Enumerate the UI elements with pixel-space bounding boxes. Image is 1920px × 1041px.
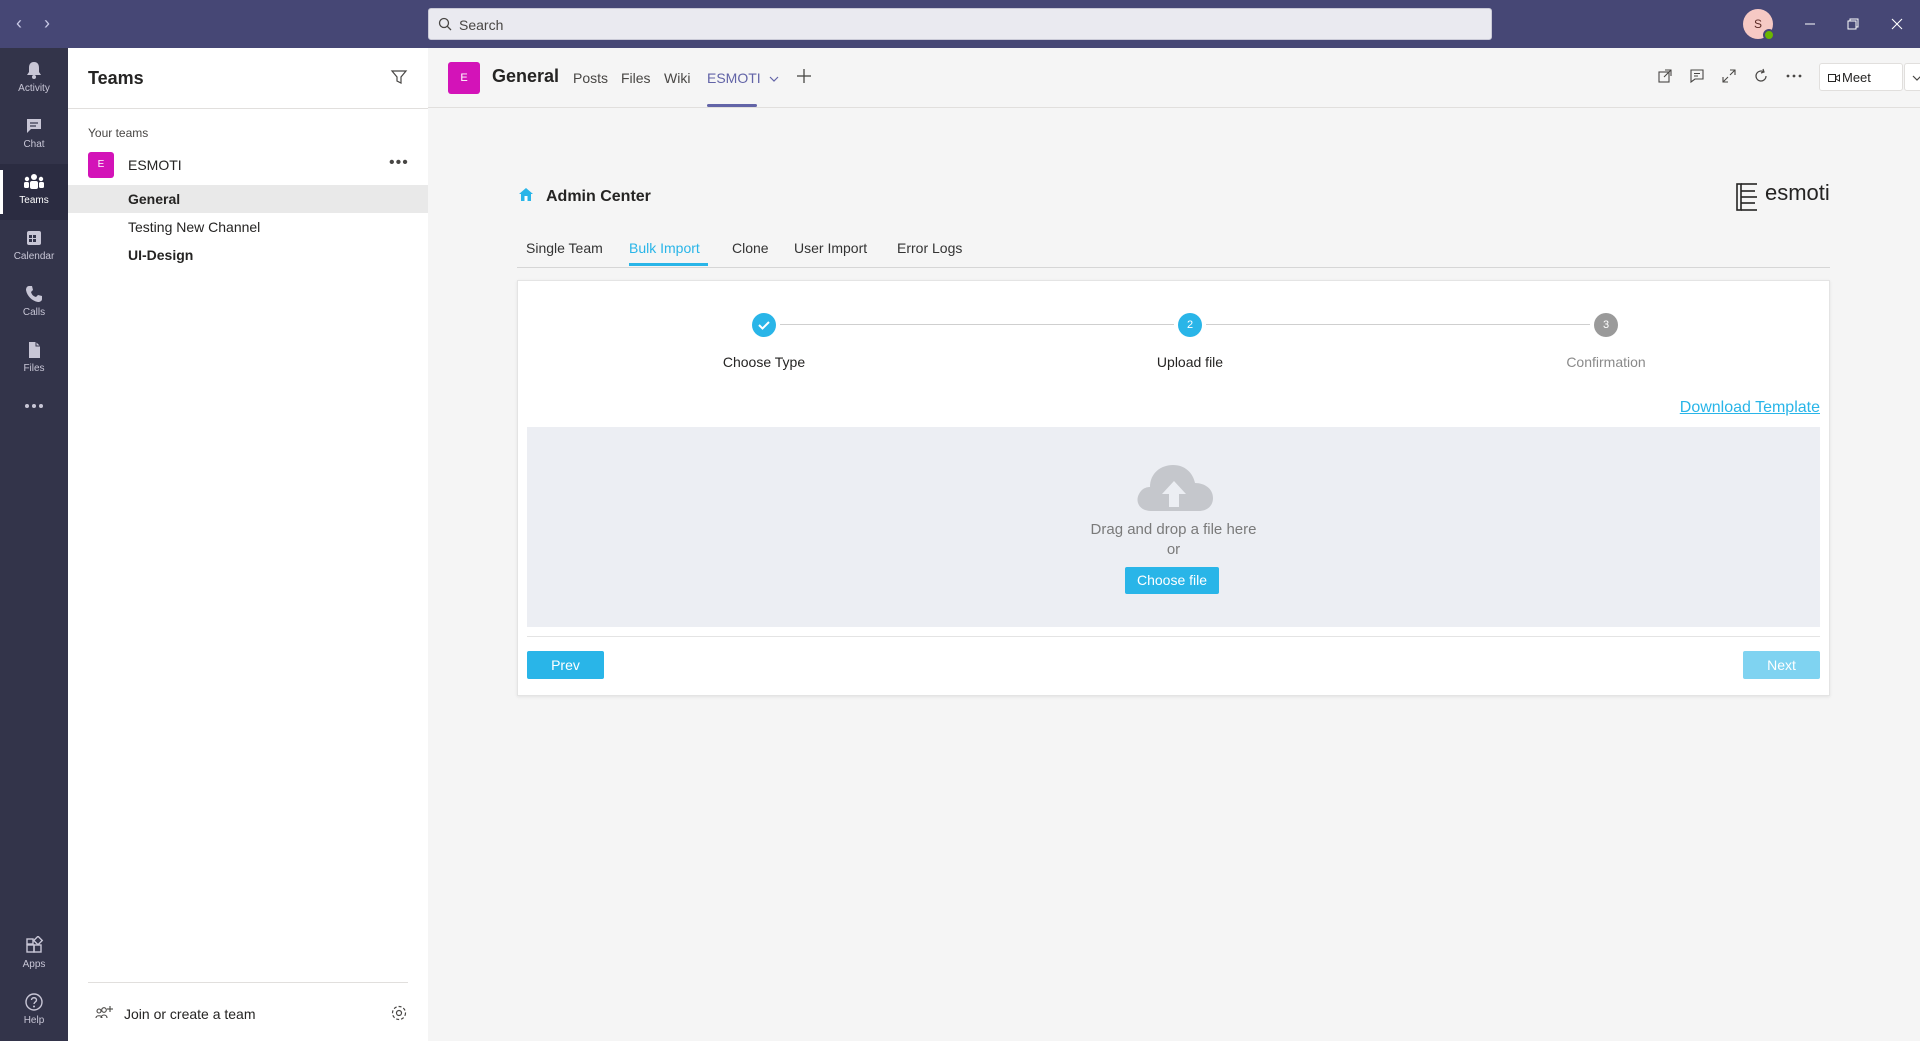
- team-avatar: E: [88, 152, 114, 178]
- download-template-link[interactable]: Download Template: [1680, 399, 1820, 417]
- esmoti-logo-icon: [1736, 183, 1757, 211]
- bulk-import-card: 2 3 Choose Type Upload file Confirmation…: [517, 280, 1830, 696]
- panel-title: Teams: [88, 68, 144, 88]
- step-3-pending: 3: [1594, 313, 1618, 337]
- next-button[interactable]: Next: [1743, 651, 1820, 679]
- chevron-down-icon: [1912, 75, 1920, 81]
- file-dropzone[interactable]: Drag and drop a file here or Choose file: [527, 427, 1820, 627]
- apps-icon: [26, 936, 44, 953]
- video-camera-icon: [1828, 74, 1840, 82]
- expand-icon[interactable]: [1721, 68, 1737, 84]
- join-team-icon: [95, 1006, 113, 1019]
- user-avatar[interactable]: S: [1743, 9, 1775, 41]
- panel-divider: [68, 108, 428, 109]
- conversation-icon[interactable]: [1689, 68, 1705, 84]
- app-content: Admin Center esmoti Single Team Bulk Imp…: [428, 108, 1920, 1041]
- channel-general[interactable]: General: [68, 185, 428, 213]
- prev-button[interactable]: Prev: [527, 651, 604, 679]
- rail-help[interactable]: Help: [0, 984, 68, 1040]
- checkmark-icon: [758, 321, 770, 330]
- cloud-upload-icon: [1137, 465, 1213, 511]
- restore-icon[interactable]: [1840, 11, 1866, 37]
- tab-files[interactable]: Files: [621, 70, 651, 86]
- rail-calls[interactable]: Calls: [0, 276, 68, 332]
- help-icon: [25, 993, 43, 1011]
- forward-arrow-icon[interactable]: ›: [36, 12, 58, 34]
- team-row-esmoti[interactable]: E ESMOTI •••: [68, 152, 428, 180]
- tab-bulk-import[interactable]: Bulk Import: [629, 240, 700, 256]
- tabs-divider: [517, 267, 1830, 268]
- more-options-icon[interactable]: [1785, 68, 1803, 84]
- rail-teams[interactable]: Teams: [0, 164, 68, 220]
- chevron-down-icon: [769, 76, 778, 82]
- tab-wiki[interactable]: Wiki: [664, 70, 690, 86]
- chat-icon: [27, 119, 41, 133]
- more-horizontal-icon: [25, 404, 43, 408]
- more-options-icon[interactable]: •••: [389, 155, 409, 171]
- search-icon: [438, 17, 452, 31]
- step-2-current: 2: [1178, 313, 1202, 337]
- tab-error-logs[interactable]: Error Logs: [897, 240, 962, 256]
- meet-dropdown-button[interactable]: [1904, 63, 1920, 91]
- tab-clone[interactable]: Clone: [732, 240, 769, 256]
- channel-title: General: [492, 66, 560, 86]
- tab-posts[interactable]: Posts: [573, 70, 608, 86]
- drop-text: Drag and drop a file here: [1090, 521, 1257, 538]
- admin-center-title: Admin Center: [546, 188, 651, 205]
- file-icon: [29, 342, 40, 358]
- calendar-icon: [27, 231, 41, 245]
- app-rail: Activity Chat Teams Calendar Calls Files…: [0, 48, 68, 1041]
- rail-chat[interactable]: Chat: [0, 108, 68, 164]
- step-connector: [1206, 324, 1590, 325]
- choose-file-button[interactable]: Choose file: [1125, 567, 1219, 594]
- close-icon[interactable]: [1884, 11, 1910, 37]
- phone-icon: [26, 286, 42, 302]
- popout-icon[interactable]: [1657, 68, 1673, 84]
- meet-button[interactable]: Meet: [1819, 63, 1903, 91]
- rail-apps[interactable]: Apps: [0, 928, 68, 984]
- step-2-label: Upload file: [1156, 354, 1224, 370]
- bell-icon: [27, 62, 41, 79]
- step-1-complete: [752, 313, 776, 337]
- search-input[interactable]: Search: [428, 8, 1492, 40]
- channel-avatar: E: [448, 62, 480, 94]
- tab-user-import[interactable]: User Import: [794, 240, 867, 256]
- your-teams-label: Your teams: [88, 126, 149, 140]
- step-connector: [780, 324, 1174, 325]
- tab-esmoti[interactable]: ESMOTI: [707, 70, 779, 86]
- step-3-label: Confirmation: [1566, 354, 1646, 370]
- card-divider: [527, 636, 1820, 637]
- filter-icon[interactable]: [390, 68, 408, 86]
- team-name: ESMOTI: [128, 157, 182, 173]
- rail-files[interactable]: Files: [0, 332, 68, 388]
- step-1-label: Choose Type: [722, 354, 806, 370]
- channel-testing-new-channel[interactable]: Testing New Channel: [68, 213, 428, 241]
- active-tab-indicator: [629, 263, 708, 266]
- teams-panel: Teams Your teams E ESMOTI ••• General Te…: [68, 48, 428, 1041]
- drop-or-text: or: [1166, 541, 1181, 558]
- channel-header: E General Posts Files Wiki ESMOTI Meet: [428, 48, 1920, 108]
- back-arrow-icon[interactable]: ‹: [8, 12, 30, 34]
- search-placeholder: Search: [459, 17, 504, 33]
- add-tab-icon[interactable]: [795, 67, 813, 85]
- presence-available-icon: [1763, 29, 1775, 41]
- minimize-icon[interactable]: [1797, 11, 1823, 37]
- gear-icon[interactable]: [390, 1004, 408, 1022]
- refresh-icon[interactable]: [1753, 68, 1769, 84]
- channel-ui-design[interactable]: UI-Design: [68, 241, 428, 269]
- title-bar: ‹ › Search S: [0, 0, 1920, 48]
- rail-activity[interactable]: Activity: [0, 52, 68, 108]
- panel-bottom-divider: [88, 982, 408, 983]
- rail-more[interactable]: [0, 388, 68, 444]
- active-tab-indicator: [707, 104, 757, 107]
- teams-icon: [24, 174, 44, 189]
- rail-calendar[interactable]: Calendar: [0, 220, 68, 276]
- tab-single-team[interactable]: Single Team: [526, 240, 603, 256]
